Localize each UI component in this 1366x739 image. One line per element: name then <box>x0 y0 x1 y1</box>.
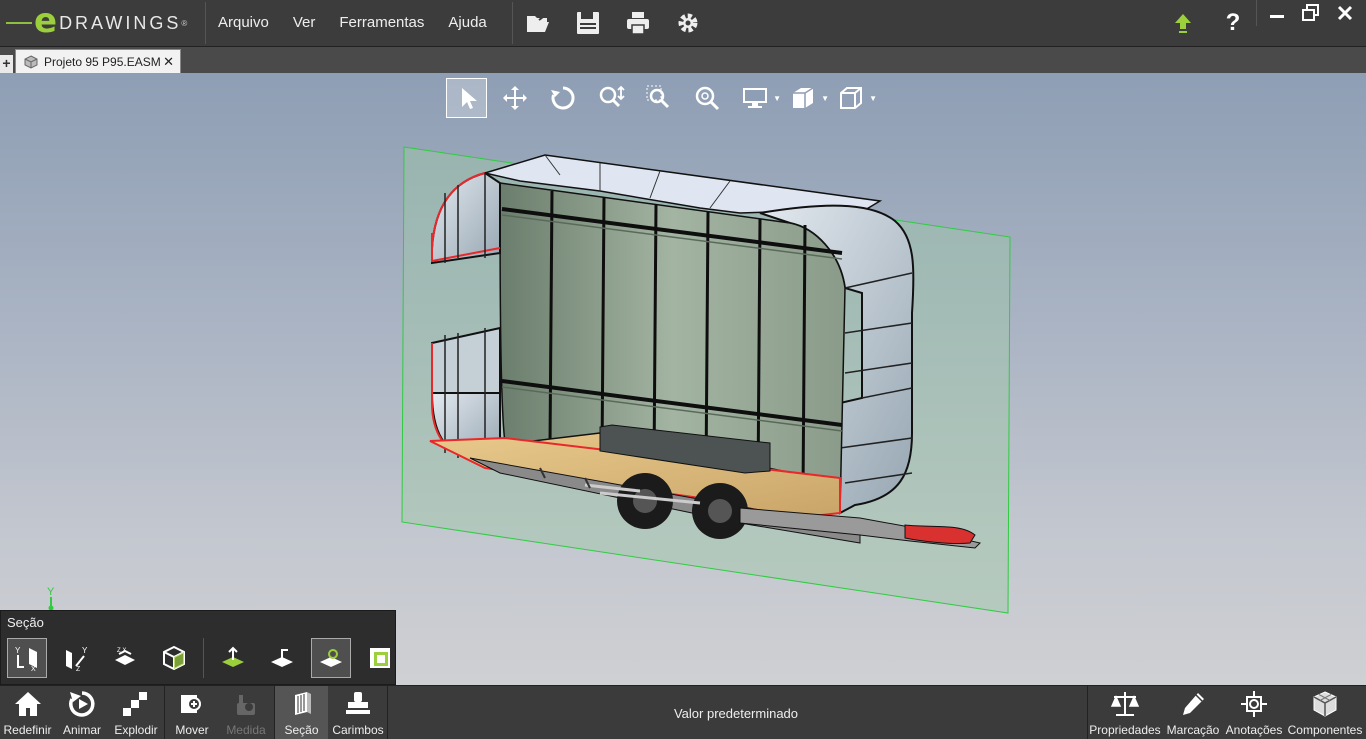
move-icon <box>181 695 201 713</box>
stamp-icon <box>346 692 370 714</box>
flip-section-icon[interactable] <box>213 638 253 678</box>
section-panel-title: Seção <box>7 615 44 630</box>
section-direction-icon[interactable] <box>262 638 302 678</box>
settings-gear-icon[interactable] <box>673 8 703 38</box>
status-configuration: Valor predeterminado <box>673 706 799 721</box>
section-plane-zy-icon[interactable]: YZ <box>56 638 96 678</box>
animate-label: Animar <box>62 723 101 737</box>
properties-button[interactable]: Propriedades <box>1088 686 1162 739</box>
section-button[interactable]: Seção <box>275 686 328 739</box>
help-button[interactable]: ? <box>1218 8 1248 38</box>
up-arrow-icon[interactable] <box>1168 8 1198 38</box>
cube-view-icon[interactable]: ▼ <box>831 78 877 118</box>
document-tab[interactable]: Projeto 95 P95.EASM ✕ <box>15 49 181 73</box>
animate-button[interactable]: Animar <box>55 686 109 739</box>
window-controls <box>1260 0 1362 26</box>
document-tab-bar: + Projeto 95 P95.EASM ✕ <box>0 47 1366 73</box>
open-folder-icon[interactable] <box>523 8 553 38</box>
menu-ver[interactable]: Ver <box>281 0 328 46</box>
explode-label: Explodir <box>114 723 158 737</box>
minimize-icon[interactable] <box>1260 0 1294 26</box>
stamps-label: Carimbos <box>332 723 384 737</box>
view-toolbar: ▼ ▼ ▼ <box>446 78 879 118</box>
section-plane-zx-icon[interactable]: Z X <box>105 638 145 678</box>
section-icon <box>294 692 311 715</box>
svg-text:X: X <box>31 666 36 672</box>
bottom-toolbar: Redefinir Animar Explodir Mover Medida S… <box>0 685 1366 739</box>
assembly-cube-icon <box>24 54 38 69</box>
section-cap-icon[interactable] <box>311 638 351 678</box>
properties-label: Propriedades <box>1089 723 1161 737</box>
move-label: Mover <box>175 723 209 737</box>
zoom-icon[interactable] <box>591 78 631 118</box>
measure-button[interactable]: Medida <box>219 686 273 739</box>
svg-text:Z: Z <box>76 666 81 672</box>
3d-viewport[interactable]: ▼ ▼ ▼ Y Seção YX YZ Z X <box>0 73 1366 685</box>
new-tab-button[interactable]: + <box>0 55 13 73</box>
logo-text: DRAWINGS <box>59 12 182 33</box>
svg-text:Y: Y <box>15 646 21 655</box>
coordinate-triad: Y <box>47 586 55 611</box>
annotations-button[interactable]: Anotações <box>1223 686 1285 739</box>
section-plane-yx-icon[interactable]: YX <box>7 638 47 678</box>
zoom-area-icon[interactable] <box>639 78 679 118</box>
balance-scale-icon <box>1110 692 1140 716</box>
logo-registered-mark: ® <box>181 18 188 28</box>
select-arrow-icon[interactable] <box>446 78 487 118</box>
print-icon[interactable] <box>623 8 653 38</box>
logo-e: e <box>34 1 58 41</box>
section-properties-icon[interactable] <box>360 638 400 678</box>
section-box-icon[interactable] <box>154 638 194 678</box>
svg-text:Z X: Z X <box>117 648 126 654</box>
main-menu: Arquivo Ver Ferramentas Ajuda <box>206 0 499 46</box>
animate-icon <box>69 691 95 717</box>
view-orientation-icon[interactable]: ▼ <box>783 78 829 118</box>
menu-arquivo[interactable]: Arquivo <box>206 0 281 46</box>
move-button[interactable]: Mover <box>165 686 219 739</box>
trailer-section-model <box>401 146 1011 614</box>
markup-button[interactable]: Marcação <box>1164 686 1222 739</box>
pan-icon[interactable] <box>495 78 535 118</box>
explode-icon <box>123 692 147 716</box>
pencil-icon <box>1183 693 1204 715</box>
components-label: Componentes <box>1287 723 1363 737</box>
zoom-fit-icon[interactable] <box>687 78 727 118</box>
save-icon[interactable] <box>573 8 603 38</box>
restore-icon[interactable] <box>1294 0 1328 26</box>
document-tab-label: Projeto 95 P95.EASM <box>44 54 161 69</box>
display-style-icon[interactable]: ▼ <box>735 78 781 118</box>
annotations-label: Anotações <box>1225 723 1283 737</box>
close-icon[interactable] <box>1328 0 1362 26</box>
title-menu-bar: e DRAWINGS ® Arquivo Ver Ferramentas Ajud… <box>0 0 1366 47</box>
menu-ferramentas[interactable]: Ferramentas <box>327 0 436 46</box>
home-icon <box>14 692 41 716</box>
measure-icon <box>237 695 255 715</box>
markup-label: Marcação <box>1166 723 1220 737</box>
svg-text:Y: Y <box>82 646 88 655</box>
edrawings-logo: e DRAWINGS ® <box>6 4 204 42</box>
explode-button[interactable]: Explodir <box>109 686 163 739</box>
measure-label: Medida <box>226 723 266 737</box>
rotate-icon[interactable] <box>543 78 583 118</box>
reset-button[interactable]: Redefinir <box>0 686 55 739</box>
triad-y-label: Y <box>47 586 55 598</box>
section-panel: Seção YX YZ Z X <box>0 610 396 685</box>
section-panel-buttons: YX YZ Z X <box>7 638 409 678</box>
menu-ajuda[interactable]: Ajuda <box>436 0 498 46</box>
reset-label: Redefinir <box>3 723 52 737</box>
stamps-button[interactable]: Carimbos <box>329 686 387 739</box>
annotation-icon <box>1241 691 1267 717</box>
close-tab-icon[interactable]: ✕ <box>163 54 174 70</box>
components-icon <box>1313 691 1337 717</box>
section-label: Seção <box>284 723 319 737</box>
components-button[interactable]: Componentes <box>1287 686 1363 739</box>
